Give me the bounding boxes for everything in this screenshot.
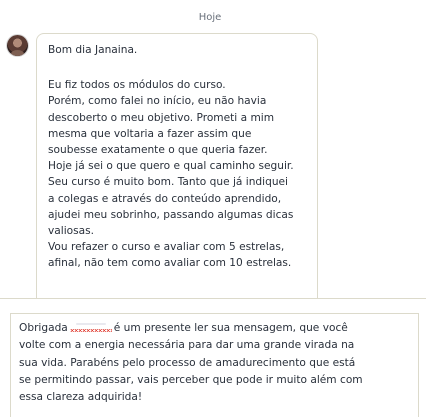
message-line: Eu fiz todos os módulos do curso.: [48, 79, 226, 92]
message-line: Vou refazer o curso e avaliar com 5 estr…: [48, 241, 285, 254]
reply-line: Obrigada é um presente ler sua mensagem, …: [19, 320, 410, 337]
message-line: Porém, como falei no início, eu não havi…: [48, 95, 267, 108]
message-line: afinal, não tem como avaliar com 10 estr…: [48, 257, 292, 270]
redacted-name: [69, 320, 112, 332]
message-line: soubesse exatamente o que queria fazer.: [48, 144, 268, 157]
message-line: ajudei meu sobrinho, passando algumas di…: [48, 208, 294, 221]
message-greeting: Bom dia Janaina.: [48, 44, 138, 56]
conversation-pane[interactable]: Hoje Bom dia Janaina. Eu fiz todos os mó…: [0, 0, 426, 299]
message-line: mesma que voltaria a fazer assim que: [48, 127, 252, 140]
reply-text: é um presente ler sua mensagem, que você: [113, 322, 348, 334]
message-line: Seu curso é muito bom. Tanto que já indi…: [48, 176, 288, 189]
reply-text: Obrigada: [19, 322, 68, 334]
message-line: descoberto o meu objetivo. Prometi a mim: [48, 111, 275, 124]
avatar[interactable]: [7, 35, 28, 56]
message-paragraph-gap: [48, 58, 307, 77]
message-line: a colegas e através do conteúdo aprendid…: [48, 192, 282, 205]
reply-textarea[interactable]: Obrigada é um presente ler sua mensagem, …: [10, 313, 419, 417]
message-bubble: Bom dia Janaina. Eu fiz todos os módulos…: [36, 33, 318, 299]
reply-line: sua vida. Parabéns pelo processo de amad…: [19, 356, 356, 369]
message-line: Hoje já sei o que quero e qual caminho s…: [48, 160, 294, 173]
reply-composer: Obrigada é um presente ler sua mensagem, …: [0, 299, 426, 417]
message-thread-window: Hoje Bom dia Janaina. Eu fiz todos os mó…: [0, 0, 426, 417]
message-line: valiosas.: [48, 225, 95, 238]
conversation-scrollbar[interactable]: [421, 0, 426, 299]
reply-line: se permitindo passar, vais perceber que …: [19, 373, 363, 386]
reply-line: volte com a energia necessária para dar …: [19, 339, 355, 352]
reply-line: essa clareza adquirida!: [19, 391, 143, 404]
date-separator: Hoje: [198, 12, 222, 23]
